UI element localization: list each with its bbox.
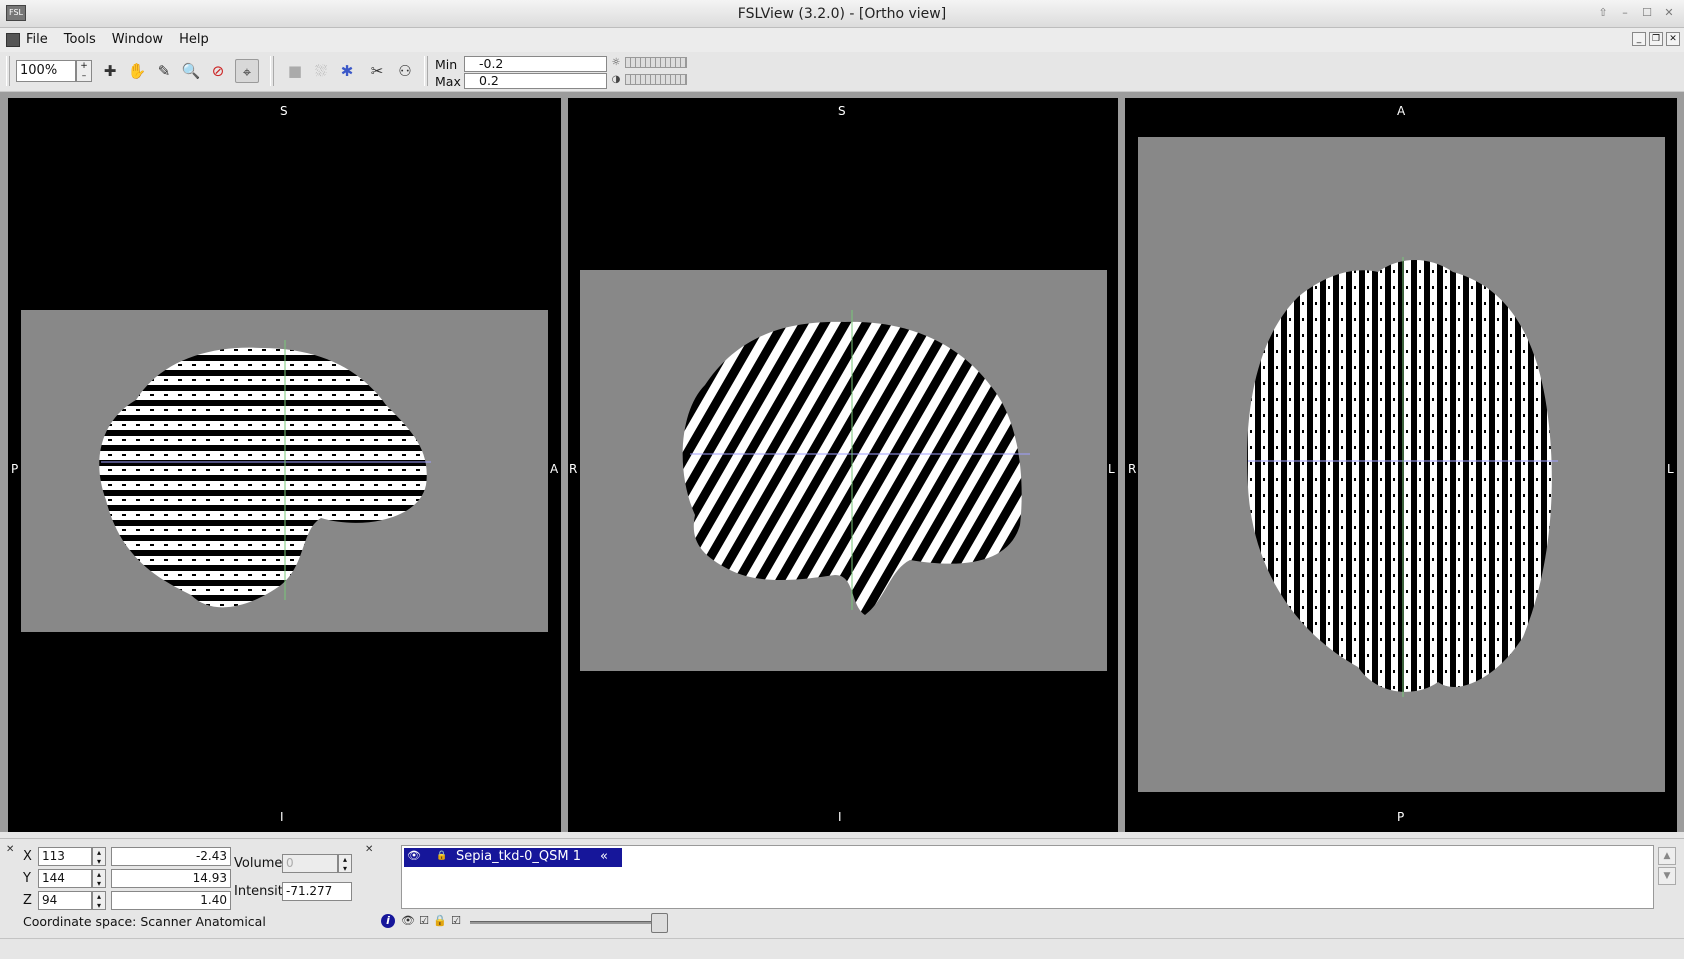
bottom-dock: ✕ X 113 ▴ ▾ -2.43 Y 144 ▴ ▾ 14.93 Z 94 ▴ ▾ … bbox=[0, 838, 1684, 938]
close-cursor-panel-icon[interactable]: ✕ bbox=[6, 845, 16, 855]
close-layer-panel-icon[interactable]: ✕ bbox=[365, 845, 375, 855]
x-label: X bbox=[23, 849, 32, 864]
toolbar-grip-3[interactable] bbox=[424, 56, 428, 86]
x-voxel-input[interactable]: 113 bbox=[38, 847, 92, 866]
y-voxel-input[interactable]: 144 bbox=[38, 869, 92, 888]
status-bar bbox=[0, 938, 1684, 959]
volume-label: Volume bbox=[234, 856, 283, 871]
info-icon[interactable]: i bbox=[381, 914, 395, 928]
z-mm-input[interactable]: 1.40 bbox=[111, 891, 231, 910]
z-voxel-input[interactable]: 94 bbox=[38, 891, 92, 910]
min-label: Min bbox=[435, 57, 458, 72]
layer-name: Sepia_tkd-0_QSM 1 bbox=[456, 849, 582, 864]
zoom-input[interactable]: 100% bbox=[16, 60, 76, 82]
sagittal-brain-image bbox=[99, 340, 431, 608]
pencil-icon[interactable]: ✎ bbox=[152, 59, 176, 83]
opacity-slider-track[interactable] bbox=[470, 921, 660, 924]
intensity-field: -71.277 bbox=[282, 882, 352, 901]
mdi-restore-icon[interactable]: ❐ bbox=[1649, 32, 1663, 46]
contrast-slider[interactable] bbox=[625, 74, 687, 85]
toolbar-grip[interactable] bbox=[6, 56, 10, 86]
orient-top: S bbox=[838, 104, 846, 118]
mdi-controls: _ ❐ ✕ bbox=[1632, 32, 1680, 46]
toolbar-grip-2[interactable] bbox=[270, 56, 274, 86]
mdi-close-icon[interactable]: ✕ bbox=[1666, 32, 1680, 46]
orient-left: R bbox=[569, 462, 578, 476]
menu-bar: File Tools Window Help _ ❐ ✕ bbox=[0, 28, 1684, 52]
contrast-icon: ◑ bbox=[611, 74, 621, 85]
mdi-minimize-icon[interactable]: _ bbox=[1632, 32, 1646, 46]
mask-icon[interactable]: ■ bbox=[283, 59, 307, 83]
opacity-slider-handle[interactable] bbox=[651, 913, 668, 933]
y-mm-input[interactable]: 14.93 bbox=[111, 869, 231, 888]
layer-list-scrollbar[interactable]: ▲ ▼ bbox=[1656, 845, 1678, 909]
lock-checkbox[interactable]: ☑ bbox=[449, 914, 463, 928]
z-spinner[interactable]: ▴ ▾ bbox=[92, 891, 106, 910]
orient-top: A bbox=[1397, 104, 1406, 118]
orient-right: L bbox=[1108, 462, 1115, 476]
cursor-cross-icon[interactable]: ✚ bbox=[98, 59, 122, 83]
y-label: Y bbox=[23, 871, 31, 886]
axial-view[interactable]: A P R L bbox=[1125, 98, 1677, 832]
coordinate-space-label: Coordinate space: Scanner Anatomical bbox=[23, 914, 266, 929]
orient-bottom: P bbox=[1397, 810, 1405, 824]
window-title: FSLView (3.2.0) - [Ortho view] bbox=[737, 6, 947, 22]
scissors-icon[interactable]: ✂ bbox=[365, 59, 389, 83]
max-field[interactable]: 0.2 bbox=[464, 73, 607, 89]
zoom-spinner[interactable]: + – bbox=[76, 60, 92, 82]
sagittal-view[interactable]: S I P A bbox=[8, 98, 561, 832]
title-bar: FSL FSLView (3.2.0) - [Ortho view] ⇧ – ☐… bbox=[0, 0, 1684, 28]
hand-pan-icon[interactable]: ✋ bbox=[125, 59, 149, 83]
scroll-down-icon[interactable]: ▼ bbox=[1658, 867, 1676, 885]
menu-window[interactable]: Window bbox=[110, 32, 165, 47]
orient-top: S bbox=[280, 104, 288, 118]
layer-list[interactable]: 👁 🔒 Sepia_tkd-0_QSM 1 « bbox=[401, 845, 1654, 909]
layer-item[interactable]: 👁 🔒 Sepia_tkd-0_QSM 1 « bbox=[404, 848, 622, 867]
ortho-view-area: S I P A S I R L A P R L bbox=[0, 92, 1684, 832]
orient-right: L bbox=[1667, 462, 1674, 476]
menu-file[interactable]: File bbox=[24, 32, 50, 47]
z-label: Z bbox=[23, 893, 32, 908]
volume-input[interactable]: 0 bbox=[282, 854, 338, 873]
orient-bottom: I bbox=[280, 810, 284, 824]
coronal-view[interactable]: S I R L bbox=[568, 98, 1118, 832]
x-mm-input[interactable]: -2.43 bbox=[111, 847, 231, 866]
visible-checkbox[interactable]: ☑ bbox=[417, 914, 431, 928]
maximize-icon[interactable]: ☐ bbox=[1638, 5, 1656, 21]
brightness-icon: ☼ bbox=[611, 57, 621, 68]
orient-right: A bbox=[550, 462, 559, 476]
brightness-slider[interactable] bbox=[625, 57, 687, 68]
collapse-icon[interactable]: « bbox=[600, 849, 608, 864]
orient-left: R bbox=[1128, 462, 1137, 476]
star-icon[interactable]: ✱ bbox=[335, 59, 359, 83]
crosshair-target-icon[interactable]: ⌖ bbox=[235, 59, 259, 83]
volume-spinner[interactable]: ▴ ▾ bbox=[338, 854, 352, 873]
y-spinner[interactable]: ▴ ▾ bbox=[92, 869, 106, 888]
lock-toggle-icon[interactable]: 🔒 bbox=[433, 914, 447, 928]
mdi-window-icon[interactable] bbox=[6, 33, 20, 47]
menu-help[interactable]: Help bbox=[177, 32, 211, 47]
window-controls: ⇧ – ☐ ✕ bbox=[1594, 5, 1678, 21]
coronal-brain-image bbox=[682, 310, 1030, 615]
minimize-icon[interactable]: – bbox=[1616, 5, 1634, 21]
x-spinner[interactable]: ▴ ▾ bbox=[92, 847, 106, 866]
zoom-icon[interactable]: 🔍 bbox=[179, 59, 203, 83]
visibility-eye-icon[interactable]: 👁 bbox=[407, 849, 421, 862]
menu-tools[interactable]: Tools bbox=[62, 32, 98, 47]
min-field[interactable]: -0.2 bbox=[464, 56, 607, 72]
fill-icon[interactable]: ⛆ bbox=[309, 59, 333, 83]
shade-icon[interactable]: ⇧ bbox=[1594, 5, 1612, 21]
scroll-up-icon[interactable]: ▲ bbox=[1658, 847, 1676, 865]
binoculars-icon[interactable]: ⚇ bbox=[393, 59, 417, 83]
toolbar: 100% + – ✚ ✋ ✎ 🔍 ⊘ ⌖ ■ ⛆ ✱ ✂ ⚇ Min -0.2 ☼… bbox=[0, 52, 1684, 92]
lock-icon[interactable]: 🔒 bbox=[436, 851, 447, 861]
max-label: Max bbox=[435, 74, 461, 89]
unzoom-icon[interactable]: ⊘ bbox=[206, 59, 230, 83]
axial-brain-image bbox=[1247, 257, 1558, 697]
orient-left: P bbox=[11, 462, 19, 476]
eye-icon[interactable]: 👁 bbox=[401, 914, 415, 928]
orient-bottom: I bbox=[838, 810, 842, 824]
close-icon[interactable]: ✕ bbox=[1660, 5, 1678, 21]
